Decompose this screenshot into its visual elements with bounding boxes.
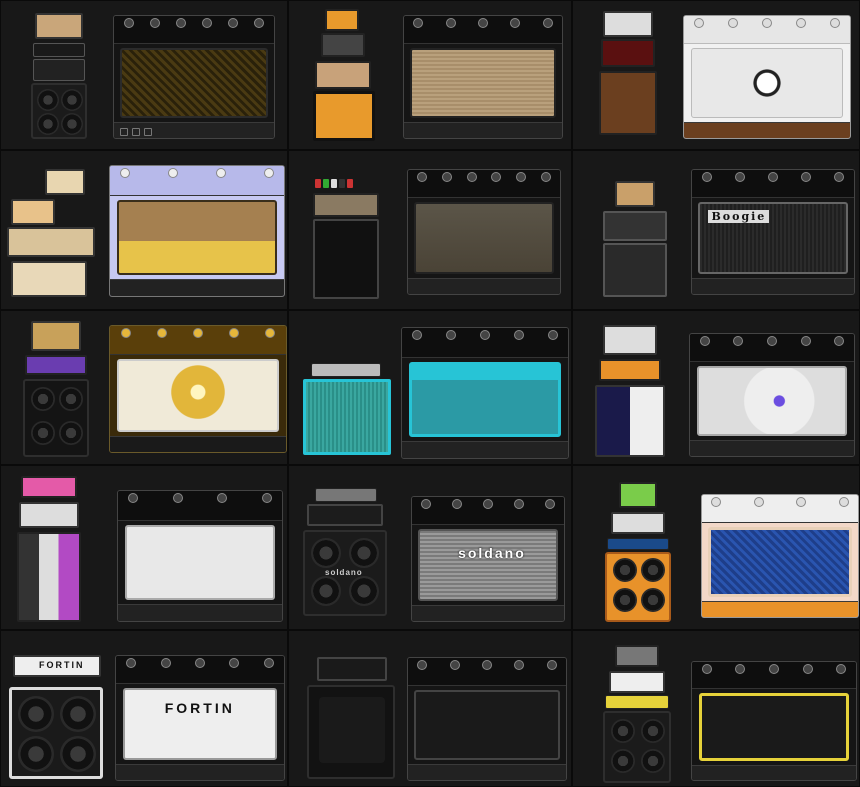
rig-stack — [313, 179, 379, 299]
rig-stack: FORTIN — [9, 655, 105, 781]
amp-sim-r5c2[interactable] — [288, 630, 572, 787]
amp-head-panel — [109, 165, 285, 297]
rig-stack — [593, 325, 667, 457]
rig-stack — [311, 9, 377, 141]
amp-sim-r2c3[interactable]: Boogie — [572, 150, 860, 310]
rig-stack — [307, 657, 397, 781]
amp-head-panel — [109, 325, 287, 453]
amp-sim-r3c3[interactable] — [572, 310, 860, 465]
rig-stack — [5, 169, 97, 299]
amp-head-panel — [689, 333, 855, 457]
amp-sim-r1c3[interactable] — [572, 0, 860, 150]
amp-head-panel — [407, 169, 561, 295]
amp-sim-r4c1[interactable] — [0, 465, 288, 630]
amp-head-panel — [407, 657, 567, 781]
cab-brand-logo: soldano — [325, 568, 363, 577]
amp-head-panel: Boogie — [691, 169, 855, 295]
amp-sim-r5c1[interactable]: FORTIN FORTIN — [0, 630, 288, 787]
rig-stack — [21, 321, 91, 459]
rig-stack — [301, 363, 391, 457]
amp-head-panel — [691, 661, 857, 781]
rig-stack — [601, 181, 667, 297]
amp-brand-logo: soldano — [458, 545, 526, 562]
speaker-icon — [37, 89, 59, 111]
amp-head-panel: FORTIN — [115, 655, 285, 781]
rig-stack — [15, 476, 85, 626]
amp-collage: Boogie soldano soldano FORTIN FORTIN — [0, 0, 860, 787]
rig-stack — [601, 645, 673, 783]
amp-head-panel — [401, 327, 569, 459]
amp-sim-r2c1[interactable] — [0, 150, 288, 310]
amp-sim-r4c2[interactable]: soldano soldano — [288, 465, 572, 630]
amp-sim-r1c2[interactable] — [288, 0, 572, 150]
amp-sim-r3c1[interactable] — [0, 310, 288, 465]
amp-head-panel: soldano — [411, 496, 565, 622]
pedal-icon — [315, 179, 321, 188]
amp-sim-r3c2[interactable] — [288, 310, 572, 465]
mini-brand-logo: FORTIN — [39, 660, 85, 670]
amp-brand-logo: Boogie — [708, 210, 770, 224]
amp-sim-r2c2[interactable] — [288, 150, 572, 310]
rig-stack — [595, 11, 661, 141]
rig-stack — [603, 482, 673, 622]
amp-sim-r1c1[interactable] — [0, 0, 288, 150]
rig-stack — [29, 13, 89, 143]
knob-icon[interactable] — [123, 17, 134, 28]
amp-head-panel — [683, 15, 851, 139]
amp-sim-r4c3[interactable] — [572, 465, 860, 630]
amp-head-panel — [113, 15, 275, 139]
amp-head-panel — [701, 494, 859, 618]
amp-sim-r5c3[interactable] — [572, 630, 860, 787]
amp-head-panel — [403, 15, 563, 139]
amp-brand-logo: FORTIN — [164, 700, 235, 717]
amp-head-panel — [117, 490, 283, 622]
rig-stack: soldano — [301, 488, 389, 618]
preset-switch-icon[interactable] — [120, 128, 128, 136]
